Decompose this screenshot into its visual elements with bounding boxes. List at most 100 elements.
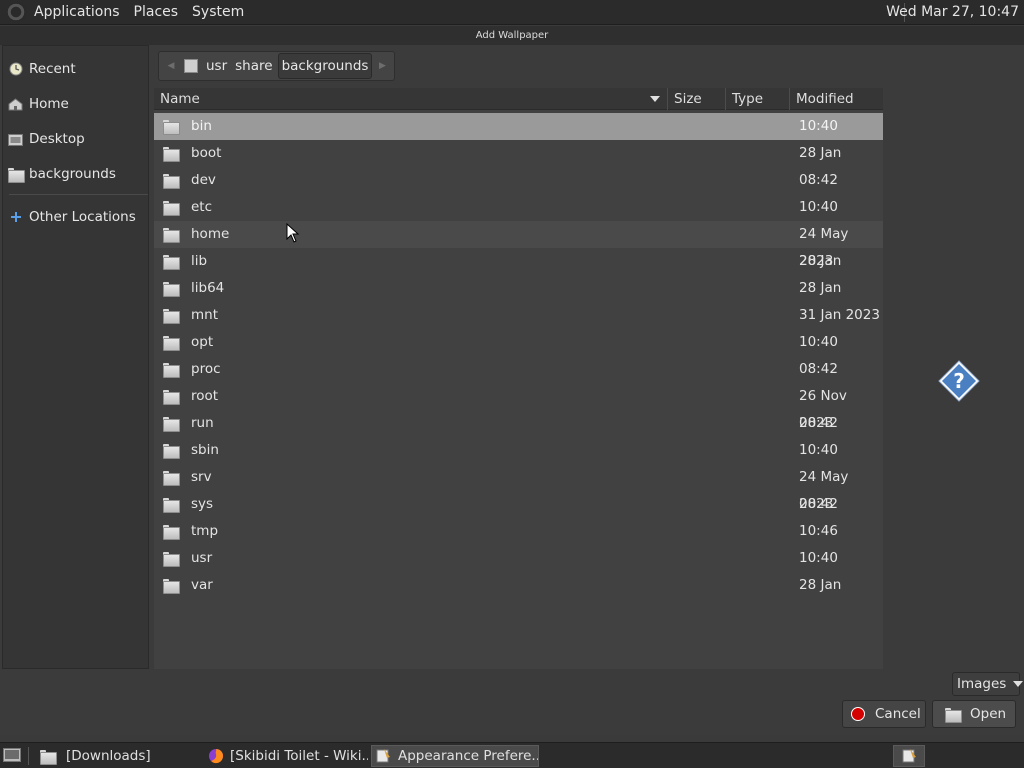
path-forward-arrow-icon[interactable]: ▶ xyxy=(373,54,391,78)
open-folder-icon xyxy=(945,707,962,723)
places-sidebar: Recent Home Desktop backgrounds Other Lo… xyxy=(2,45,149,669)
file-name: lib xyxy=(191,253,208,269)
file-row[interactable]: etc 10:40 xyxy=(154,194,883,221)
file-name: root xyxy=(191,388,219,404)
sidebar-item-desktop[interactable]: Desktop xyxy=(3,123,148,155)
file-modified: 10:40 xyxy=(799,442,838,458)
file-name: boot xyxy=(191,145,222,161)
file-modified: 10:40 xyxy=(799,550,838,566)
column-size[interactable]: Size xyxy=(668,88,726,110)
preview-unknown-icon: ? xyxy=(938,360,980,402)
file-modified: 10:46 xyxy=(799,523,838,539)
file-row[interactable]: mnt 31 Jan 2023 xyxy=(154,302,883,329)
file-name: usr xyxy=(191,550,213,566)
folder-icon xyxy=(163,525,178,538)
folder-icon xyxy=(163,120,178,133)
sidebar-separator xyxy=(9,194,148,195)
svg-text:?: ? xyxy=(953,369,965,393)
menu-system[interactable]: System xyxy=(185,0,251,25)
file-modified: 28 Jan xyxy=(799,577,842,593)
file-modified: 10:40 xyxy=(799,334,838,350)
workspace-switcher[interactable] xyxy=(893,745,925,767)
path-back-arrow-icon[interactable]: ◀ xyxy=(162,54,180,78)
file-row[interactable]: run 08:42 xyxy=(154,410,883,437)
file-row[interactable]: var 28 Jan xyxy=(154,572,883,599)
task-downloads[interactable]: [Downloads] xyxy=(36,745,200,767)
file-type-filter[interactable]: Images xyxy=(952,672,1024,696)
file-row[interactable]: lib64 28 Jan xyxy=(154,275,883,302)
appearance-icon xyxy=(902,748,918,764)
menu-places[interactable]: Places xyxy=(127,0,186,25)
file-modified: 08:42 xyxy=(799,361,838,377)
file-list[interactable]: Name Size Type Modified bin 10:40 boot 28 J… xyxy=(154,88,883,669)
appearance-icon xyxy=(376,748,392,764)
file-row[interactable]: boot 28 Jan xyxy=(154,140,883,167)
sidebar-item-home[interactable]: Home xyxy=(3,88,148,120)
file-name: var xyxy=(191,577,213,593)
menu-applications[interactable]: Applications xyxy=(27,0,127,25)
file-row[interactable]: root 26 Nov 2023 xyxy=(154,383,883,431)
cancel-icon xyxy=(851,707,865,721)
file-name: etc xyxy=(191,199,213,215)
show-desktop-icon[interactable] xyxy=(3,748,21,768)
file-modified: 08:42 xyxy=(799,172,838,188)
drive-icon xyxy=(184,59,198,73)
folder-icon xyxy=(8,167,25,183)
folder-icon xyxy=(40,748,57,765)
sidebar-item-label: Recent xyxy=(29,61,76,77)
plus-icon xyxy=(8,211,23,224)
folder-icon xyxy=(163,201,178,214)
window-title[interactable]: Add Wallpaper xyxy=(0,26,1024,45)
file-row[interactable]: bin 10:40 xyxy=(154,113,883,140)
path-crumb-backgrounds[interactable]: backgrounds xyxy=(277,53,373,79)
open-button[interactable]: Open xyxy=(932,700,1016,728)
file-modified: 08:42 xyxy=(799,496,838,512)
file-name: mnt xyxy=(191,307,218,323)
file-row[interactable]: usr 10:40 xyxy=(154,545,883,572)
file-modified: 31 Jan 2023 xyxy=(799,307,880,323)
task-firefox[interactable]: [Skibidi Toilet - Wiki... xyxy=(204,745,368,767)
file-name: dev xyxy=(191,172,216,188)
sidebar-item-backgrounds[interactable]: backgrounds xyxy=(3,158,148,190)
sidebar-item-label: Home xyxy=(29,96,69,112)
file-row[interactable]: tmp 10:46 xyxy=(154,518,883,545)
path-root-button[interactable] xyxy=(181,53,201,79)
path-crumb-share[interactable]: share xyxy=(232,53,275,79)
taskbar-separator xyxy=(28,747,29,765)
cancel-button[interactable]: Cancel xyxy=(842,700,926,728)
column-modified[interactable]: Modified xyxy=(790,88,883,110)
file-row[interactable]: srv 24 May 2023 xyxy=(154,464,883,512)
folder-icon xyxy=(163,579,178,592)
file-modified: 10:40 xyxy=(799,118,838,134)
sidebar-item-other-locations[interactable]: Other Locations xyxy=(3,201,148,233)
column-header: Name Size Type Modified xyxy=(154,88,883,110)
bottom-taskbar: [Downloads] [Skibidi Toilet - Wiki... Ap… xyxy=(0,742,1024,768)
file-name: tmp xyxy=(191,523,219,539)
folder-icon xyxy=(163,228,178,241)
file-row[interactable]: opt 10:40 xyxy=(154,329,883,356)
file-modified: 08:42 xyxy=(799,415,838,431)
file-row[interactable]: dev 08:42 xyxy=(154,167,883,194)
sidebar-item-recent[interactable]: Recent xyxy=(3,53,148,85)
file-row[interactable]: lib 28 Jan xyxy=(154,248,883,275)
firefox-icon xyxy=(208,748,224,764)
filter-selected: Images xyxy=(957,676,1007,692)
path-crumb-usr[interactable]: usr xyxy=(203,53,230,79)
file-modified: 28 Jan xyxy=(799,253,842,269)
task-appearance-preferences[interactable]: Appearance Prefere... xyxy=(371,745,539,767)
folder-icon xyxy=(163,363,178,376)
file-row[interactable]: home 24 May 2023 xyxy=(154,221,883,269)
clock[interactable]: Wed Mar 27, 10:47 xyxy=(886,0,1019,25)
file-chooser-dialog: Recent Home Desktop backgrounds Other Lo… xyxy=(0,45,1024,735)
file-row[interactable]: sys 08:42 xyxy=(154,491,883,518)
column-type[interactable]: Type xyxy=(726,88,790,110)
file-row[interactable]: sbin 10:40 xyxy=(154,437,883,464)
file-row[interactable]: proc 08:42 xyxy=(154,356,883,383)
file-name: srv xyxy=(191,469,212,485)
column-name[interactable]: Name xyxy=(154,88,668,110)
folder-icon xyxy=(163,309,178,322)
mate-logo-icon[interactable] xyxy=(7,2,27,22)
top-panel: Applications Places System Wed Mar 27, 1… xyxy=(0,0,1024,25)
folder-icon xyxy=(163,147,178,160)
folder-icon xyxy=(163,444,178,457)
